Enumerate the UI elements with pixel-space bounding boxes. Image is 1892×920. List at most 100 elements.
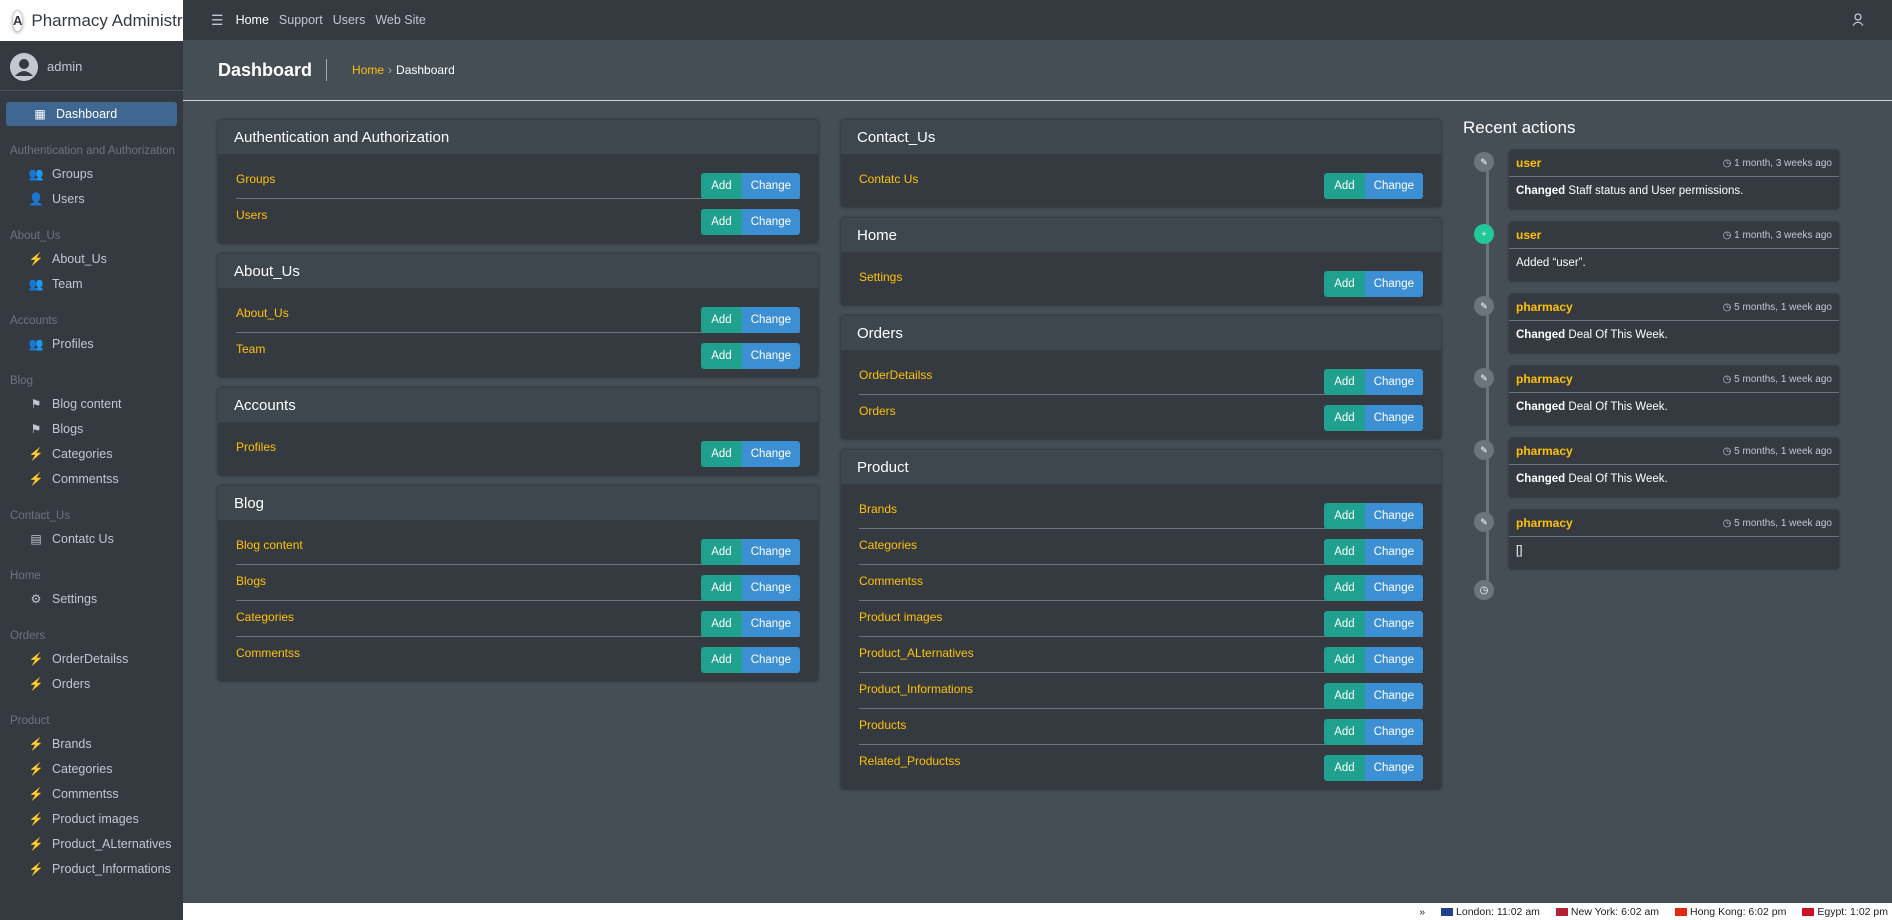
add-button[interactable]: Add (1324, 683, 1365, 709)
change-button[interactable]: Change (741, 307, 800, 333)
model-link-product-alternatives[interactable]: Product_ALternatives (859, 643, 974, 660)
bolt-icon: ⚡ (28, 472, 44, 486)
sidebar-item-settings[interactable]: ⚙ Settings (6, 587, 177, 611)
add-button[interactable]: Add (701, 441, 742, 467)
change-button[interactable]: Change (1364, 369, 1423, 395)
add-button[interactable]: Add (1324, 647, 1365, 673)
sidebar-item-categories[interactable]: ⚡ Categories (6, 757, 177, 781)
model-link-settings[interactable]: Settings (859, 267, 902, 284)
sidebar-item-team[interactable]: 👥 Team (6, 272, 177, 296)
sidebar-item-product-alternatives[interactable]: ⚡ Product_ALternatives (6, 832, 177, 856)
sidebar-item-orderdetailss[interactable]: ⚡ OrderDetailss (6, 647, 177, 671)
change-button[interactable]: Change (1364, 539, 1423, 565)
add-button[interactable]: Add (701, 575, 742, 601)
model-link-categories[interactable]: Categories (859, 535, 917, 552)
add-button[interactable]: Add (701, 647, 742, 673)
brand-link[interactable]: A Pharmacy Administra (0, 0, 183, 41)
add-button[interactable]: Add (701, 539, 742, 565)
change-button[interactable]: Change (741, 173, 800, 199)
change-button[interactable]: Change (1364, 575, 1423, 601)
nav-link-home[interactable]: Home (236, 13, 269, 27)
sidebar-item-profiles[interactable]: 👥 Profiles (6, 332, 177, 356)
change-button[interactable]: Change (1364, 755, 1423, 781)
sidebar-item-commentss[interactable]: ⚡ Commentss (6, 782, 177, 806)
add-button[interactable]: Add (1324, 503, 1365, 529)
sidebar-item-users[interactable]: 👤 Users (6, 187, 177, 211)
add-button[interactable]: Add (1324, 611, 1365, 637)
app-card-title: Blog (218, 486, 818, 521)
change-button[interactable]: Change (741, 441, 800, 467)
model-link-team[interactable]: Team (236, 339, 265, 356)
add-button[interactable]: Add (1324, 539, 1365, 565)
timeline-card-header: pharmacy ◷ 5 months, 1 week ago (1509, 438, 1839, 465)
model-link-about-us[interactable]: About_Us (236, 303, 289, 320)
add-button[interactable]: Add (701, 173, 742, 199)
add-button[interactable]: Add (1324, 173, 1365, 199)
change-button[interactable]: Change (1364, 503, 1423, 529)
action-time-text: 5 months, 1 week ago (1734, 518, 1832, 529)
add-button[interactable]: Add (1324, 271, 1365, 297)
change-button[interactable]: Change (741, 343, 800, 369)
change-button[interactable]: Change (1364, 405, 1423, 431)
add-button[interactable]: Add (701, 209, 742, 235)
add-button[interactable]: Add (701, 307, 742, 333)
sidebar-item-dashboard[interactable]: ▦ Dashboard (6, 102, 177, 126)
menu-toggle-icon[interactable]: ☰ (211, 12, 224, 29)
sidebar-item-product-images[interactable]: ⚡ Product images (6, 807, 177, 831)
model-actions: Add Change (1324, 611, 1423, 637)
sidebar-item-commentss[interactable]: ⚡ Commentss (6, 467, 177, 491)
model-link-orders[interactable]: Orders (859, 401, 896, 418)
sidebar-item-orders[interactable]: ⚡ Orders (6, 672, 177, 696)
nav-link-website[interactable]: Web Site (375, 13, 426, 27)
model-link-product-images[interactable]: Product images (859, 607, 942, 624)
change-button[interactable]: Change (741, 209, 800, 235)
add-button[interactable]: Add (701, 343, 742, 369)
model-link-commentss[interactable]: Commentss (859, 571, 923, 588)
model-link-blogs[interactable]: Blogs (236, 571, 266, 588)
change-button[interactable]: Change (741, 575, 800, 601)
sidebar-item-about-us[interactable]: ⚡ About_Us (6, 247, 177, 271)
change-button[interactable]: Change (741, 539, 800, 565)
nav-link-users[interactable]: Users (333, 13, 366, 27)
sidebar-item-categories[interactable]: ⚡ Categories (6, 442, 177, 466)
change-button[interactable]: Change (1364, 611, 1423, 637)
breadcrumb-home[interactable]: Home (352, 63, 384, 77)
add-button[interactable]: Add (1324, 405, 1365, 431)
change-button[interactable]: Change (1364, 719, 1423, 745)
change-button[interactable]: Change (1364, 647, 1423, 673)
add-button[interactable]: Add (1324, 575, 1365, 601)
model-link-blog-content[interactable]: Blog content (236, 535, 303, 552)
change-button[interactable]: Change (1364, 683, 1423, 709)
sidebar-item-blogs[interactable]: ⚑ Blogs (6, 417, 177, 441)
sidebar-item-contatc-us[interactable]: ▤ Contatc Us (6, 527, 177, 551)
add-button[interactable]: Add (1324, 755, 1365, 781)
model-link-groups[interactable]: Groups (236, 169, 275, 186)
model-link-related-productss[interactable]: Related_Productss (859, 751, 960, 768)
model-link-products[interactable]: Products (859, 715, 906, 732)
add-button[interactable]: Add (701, 611, 742, 637)
sidebar-item-label: Product_ALternatives (52, 837, 172, 851)
change-button[interactable]: Change (741, 611, 800, 637)
model-link-brands[interactable]: Brands (859, 499, 897, 516)
sidebar-item-brands[interactable]: ⚡ Brands (6, 732, 177, 756)
change-button[interactable]: Change (1364, 271, 1423, 297)
add-button[interactable]: Add (1324, 719, 1365, 745)
nav-link-support[interactable]: Support (279, 13, 323, 27)
model-link-orderdetailss[interactable]: OrderDetailss (859, 365, 932, 382)
sidebar-item-groups[interactable]: 👥 Groups (6, 162, 177, 186)
model-link-product-informations[interactable]: Product_Informations (859, 679, 973, 696)
model-link-categories[interactable]: Categories (236, 607, 294, 624)
model-link-users[interactable]: Users (236, 205, 267, 222)
action-time: ◷ 5 months, 1 week ago (1723, 372, 1832, 388)
user-menu-icon[interactable] (1852, 13, 1864, 29)
add-button[interactable]: Add (1324, 369, 1365, 395)
sidebar-item-product-informations[interactable]: ⚡ Product_Informations (6, 857, 177, 881)
change-button[interactable]: Change (741, 647, 800, 673)
change-button[interactable]: Change (1364, 173, 1423, 199)
model-link-commentss[interactable]: Commentss (236, 643, 300, 660)
model-link-profiles[interactable]: Profiles (236, 437, 276, 454)
model-link-contatc-us[interactable]: Contatc Us (859, 169, 918, 186)
sidebar-header-accounts: Accounts (10, 315, 58, 327)
sidebar-item-blog-content[interactable]: ⚑ Blog content (6, 392, 177, 416)
user-panel[interactable]: admin (0, 41, 183, 91)
